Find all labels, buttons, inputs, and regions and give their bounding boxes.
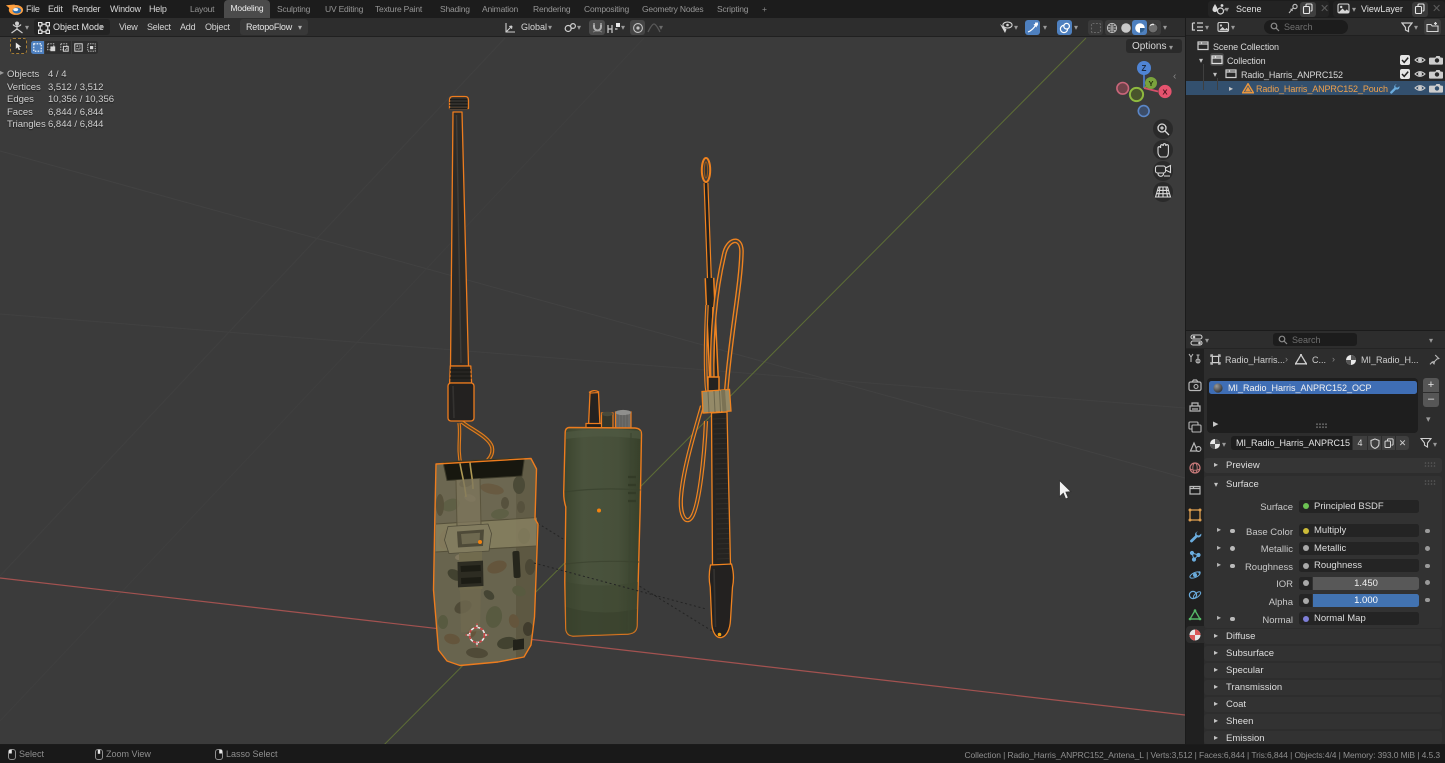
svg-text:Y: Y — [1148, 79, 1153, 88]
svg-text:Z: Z — [1142, 64, 1147, 73]
svg-text:X: X — [1162, 88, 1167, 97]
